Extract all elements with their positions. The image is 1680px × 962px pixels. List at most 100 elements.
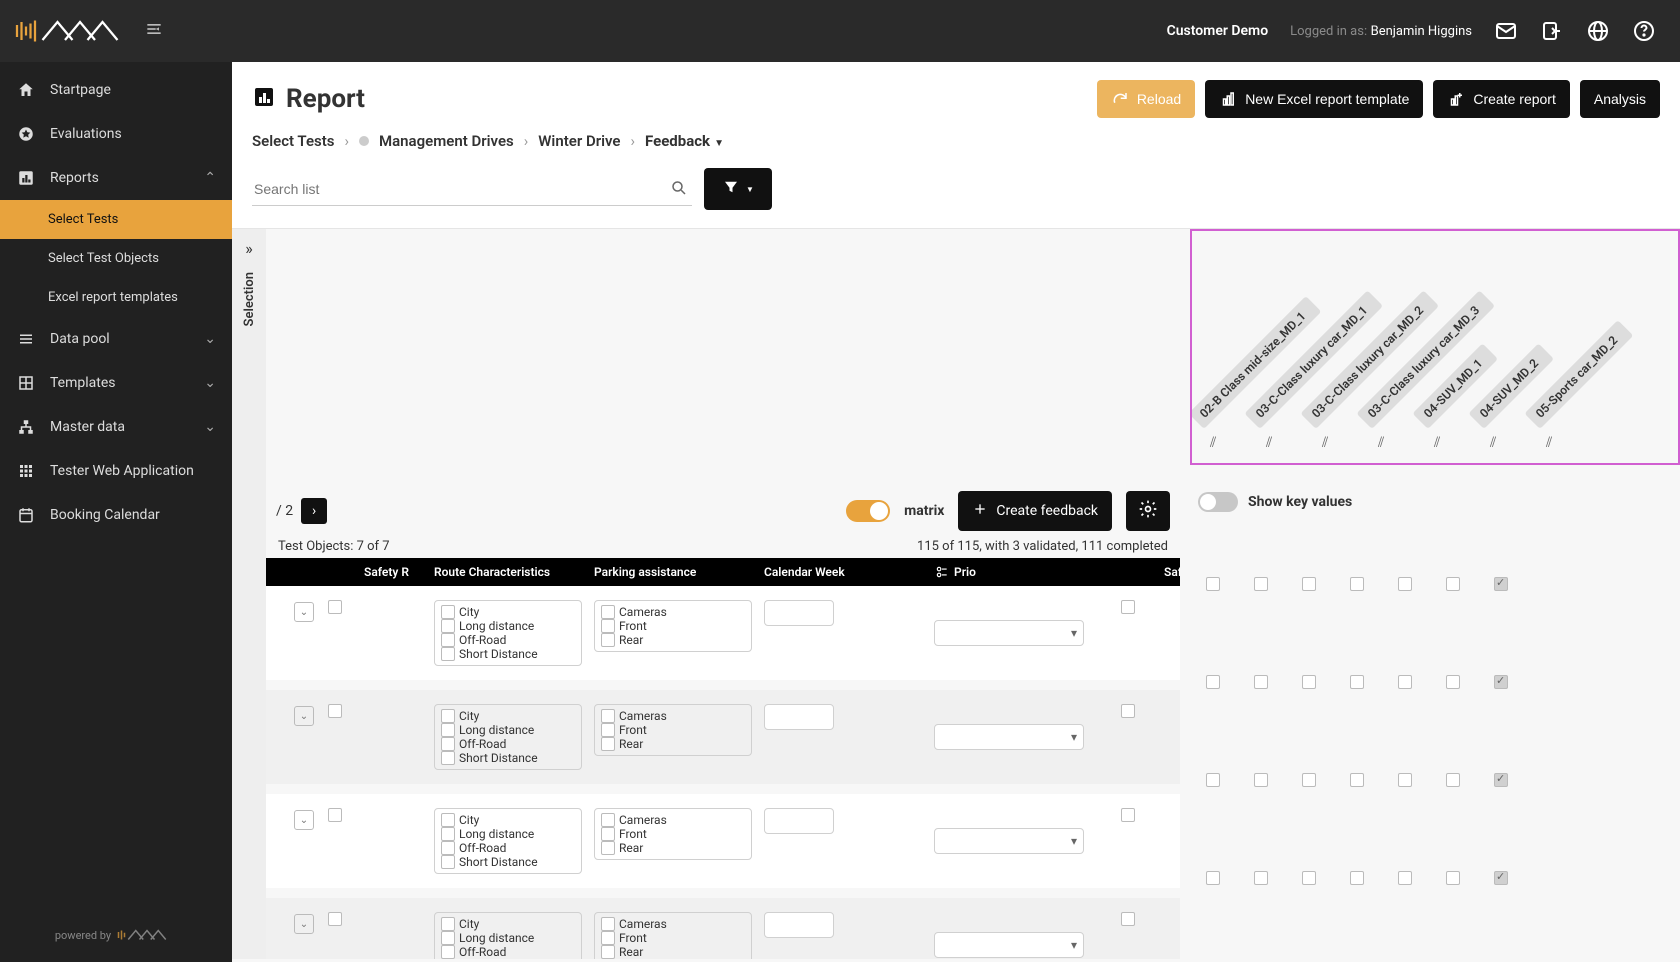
sidebar-sub-select-test-objects[interactable]: Select Test Objects (0, 239, 232, 278)
filter-button[interactable]: ▼ (704, 168, 772, 210)
parking-option-checkbox[interactable] (601, 827, 615, 841)
calendar-week-input[interactable] (764, 600, 834, 626)
route-option-checkbox[interactable] (441, 855, 455, 869)
route-option-checkbox[interactable] (441, 841, 455, 855)
parking-option-checkbox[interactable] (601, 709, 615, 723)
next-page-button[interactable]: › (301, 498, 327, 524)
sidebar-item-data-pool[interactable]: Data pool ⌄ (0, 317, 232, 361)
column-header-label[interactable]: 05-Sports car_MD_2 (1524, 320, 1633, 429)
expand-row-button[interactable]: ⌄ (294, 810, 314, 830)
calendar-week-input[interactable] (764, 808, 834, 834)
matrix-checkbox[interactable] (1494, 773, 1508, 787)
matrix-checkbox[interactable] (1446, 675, 1460, 689)
matrix-checkbox[interactable] (1398, 871, 1412, 885)
matrix-checkbox[interactable] (1254, 675, 1268, 689)
breadcrumb-management-drives[interactable]: Management Drives (379, 132, 514, 150)
matrix-checkbox[interactable] (1446, 871, 1460, 885)
logout-icon[interactable] (1540, 19, 1564, 43)
matrix-checkbox[interactable] (1206, 773, 1220, 787)
parking-option-checkbox[interactable] (601, 841, 615, 855)
route-option-checkbox[interactable] (441, 813, 455, 827)
expand-row-button[interactable]: ⌄ (294, 706, 314, 726)
sidebar-item-evaluations[interactable]: Evaluations (0, 112, 232, 156)
matrix-checkbox[interactable] (1446, 577, 1460, 591)
parking-option-checkbox[interactable] (601, 813, 615, 827)
col-route[interactable]: Route Characteristics (428, 565, 588, 579)
matrix-checkbox[interactable] (1302, 773, 1316, 787)
customer-demo-label[interactable]: Customer Demo (1167, 23, 1269, 39)
matrix-checkbox[interactable] (1350, 675, 1364, 689)
reload-button[interactable]: Reload (1097, 80, 1195, 118)
search-input[interactable] (252, 173, 692, 206)
collapse-sidebar-icon[interactable] (144, 19, 164, 43)
mail-icon[interactable] (1494, 19, 1518, 43)
row-end-checkbox[interactable] (1121, 912, 1135, 926)
matrix-checkbox[interactable] (1254, 577, 1268, 591)
calendar-week-input[interactable] (764, 704, 834, 730)
matrix-checkbox[interactable] (1302, 577, 1316, 591)
col-safety-last[interactable]: Safety-r (1158, 565, 1180, 579)
help-icon[interactable] (1632, 19, 1656, 43)
new-excel-template-button[interactable]: New Excel report template (1205, 80, 1423, 118)
create-feedback-button[interactable]: Create feedback (958, 491, 1112, 531)
sidebar-sub-select-tests[interactable]: Select Tests (0, 200, 232, 239)
prio-dropdown[interactable]: ▾ (934, 828, 1084, 854)
matrix-checkbox[interactable] (1494, 675, 1508, 689)
settings-button[interactable] (1126, 491, 1170, 531)
route-option-checkbox[interactable] (441, 827, 455, 841)
route-option-checkbox[interactable] (441, 633, 455, 647)
matrix-checkbox[interactable] (1206, 871, 1220, 885)
matrix-checkbox[interactable] (1254, 871, 1268, 885)
prio-dropdown[interactable]: ▾ (934, 724, 1084, 750)
selection-rail[interactable]: » Selection (232, 229, 266, 959)
matrix-checkbox[interactable] (1254, 773, 1268, 787)
sidebar-sub-excel-templates[interactable]: Excel report templates (0, 278, 232, 317)
matrix-checkbox[interactable] (1206, 675, 1220, 689)
search-icon[interactable] (670, 179, 688, 201)
parking-option-checkbox[interactable] (601, 723, 615, 737)
matrix-checkbox[interactable] (1398, 773, 1412, 787)
row-end-checkbox[interactable] (1121, 704, 1135, 718)
row-end-checkbox[interactable] (1121, 808, 1135, 822)
route-option-checkbox[interactable] (441, 709, 455, 723)
sidebar-item-booking-calendar[interactable]: Booking Calendar (0, 493, 232, 537)
analysis-button[interactable]: Analysis (1580, 80, 1660, 118)
globe-icon[interactable] (1586, 19, 1610, 43)
parking-option-checkbox[interactable] (601, 633, 615, 647)
route-option-checkbox[interactable] (441, 917, 455, 931)
route-option-checkbox[interactable] (441, 751, 455, 765)
route-option-checkbox[interactable] (441, 931, 455, 945)
matrix-checkbox[interactable] (1206, 577, 1220, 591)
breadcrumb-select-tests[interactable]: Select Tests (252, 132, 334, 150)
parking-option-checkbox[interactable] (601, 917, 615, 931)
row-select-checkbox[interactable] (328, 808, 342, 822)
sidebar-item-reports[interactable]: Reports ⌃ (0, 156, 232, 200)
sidebar-item-startpage[interactable]: Startpage (0, 68, 232, 112)
col-calweek[interactable]: Calendar Week (758, 565, 928, 579)
parking-option-checkbox[interactable] (601, 945, 615, 959)
parking-option-checkbox[interactable] (601, 605, 615, 619)
col-safety[interactable]: Safety R (358, 565, 428, 579)
matrix-checkbox[interactable] (1350, 773, 1364, 787)
matrix-checkbox[interactable] (1494, 577, 1508, 591)
col-parking[interactable]: Parking assistance (588, 565, 758, 579)
prio-dropdown[interactable]: ▾ (934, 620, 1084, 646)
parking-option-checkbox[interactable] (601, 619, 615, 633)
matrix-checkbox[interactable] (1350, 871, 1364, 885)
matrix-toggle[interactable] (846, 500, 890, 522)
matrix-checkbox[interactable] (1398, 675, 1412, 689)
matrix-checkbox[interactable] (1350, 577, 1364, 591)
parking-option-checkbox[interactable] (601, 737, 615, 751)
expand-row-button[interactable]: ⌄ (294, 602, 314, 622)
sidebar-item-master-data[interactable]: Master data ⌄ (0, 405, 232, 449)
breadcrumb-winter-drive[interactable]: Winter Drive (538, 132, 620, 150)
create-report-button[interactable]: Create report (1433, 80, 1569, 118)
route-option-checkbox[interactable] (441, 737, 455, 751)
breadcrumb-feedback[interactable]: Feedback▼ (645, 132, 724, 150)
row-select-checkbox[interactable] (328, 704, 342, 718)
matrix-checkbox[interactable] (1302, 871, 1316, 885)
col-prio[interactable]: Prio (928, 565, 1098, 579)
route-option-checkbox[interactable] (441, 647, 455, 661)
route-option-checkbox[interactable] (441, 945, 455, 959)
matrix-checkbox[interactable] (1494, 871, 1508, 885)
